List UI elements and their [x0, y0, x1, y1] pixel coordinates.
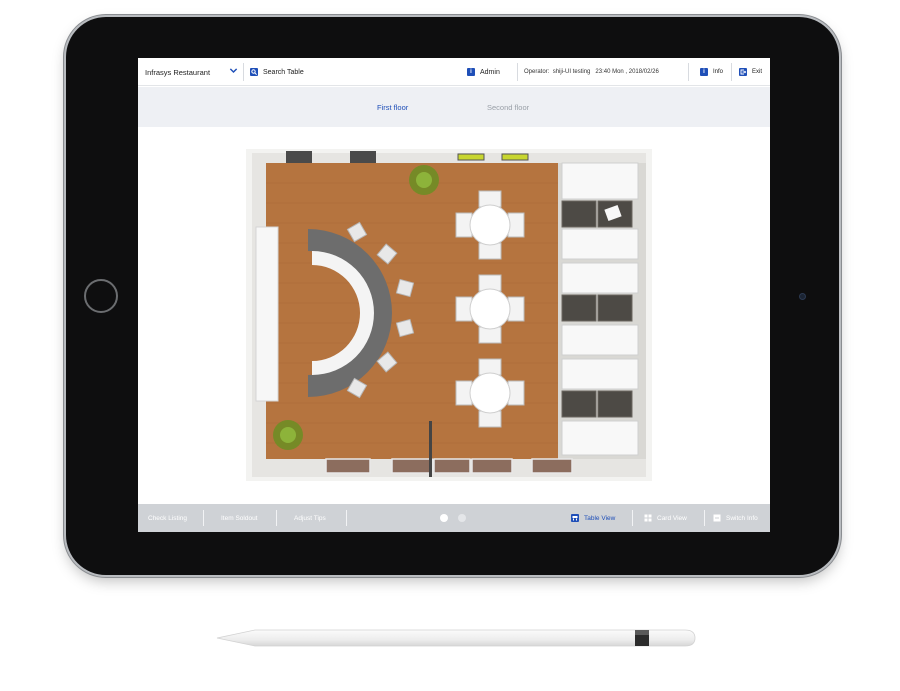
exit-button[interactable]: Exit — [739, 58, 762, 86]
tab-first-floor[interactable]: First floor — [377, 87, 408, 127]
top-window-2 — [350, 151, 376, 163]
table-view-button[interactable]: Table View — [571, 504, 615, 532]
stylus-pencil — [216, 629, 696, 647]
info-button[interactable]: i Info — [700, 58, 723, 86]
divider — [346, 510, 347, 526]
tab-second-floor[interactable]: Second floor — [487, 87, 529, 127]
bottom-bar: Check Listing Item Soldout Adjust Tips T… — [138, 504, 770, 532]
booth-2 — [561, 262, 639, 356]
table-view-icon — [571, 514, 579, 522]
item-soldout-button[interactable]: Item Soldout — [221, 504, 258, 532]
floor-plan — [246, 149, 652, 481]
search-icon — [250, 68, 258, 76]
entrance-mats — [325, 458, 573, 474]
divider — [517, 63, 518, 81]
card-view-button[interactable]: Card View — [644, 504, 687, 532]
exit-icon — [739, 68, 747, 76]
switch-info-icon — [713, 514, 721, 522]
search-table-label: Search Table — [263, 68, 304, 76]
app-screen: Infrasys Restaurant Search Table i Admin… — [138, 58, 770, 532]
datetime: 23:40 Mon , 2018/02/26 — [595, 69, 659, 75]
operator-info: Operator: shiji-UI testing 23:40 Mon , 2… — [524, 58, 659, 86]
divider — [276, 510, 277, 526]
info-icon: i — [700, 68, 708, 76]
table-view-label: Table View — [584, 514, 616, 522]
switch-info-button[interactable]: Switch Info — [713, 504, 758, 532]
top-window-1 — [286, 151, 312, 163]
search-table-button[interactable]: Search Table — [250, 58, 304, 86]
switch-info-label: Switch Info — [726, 514, 758, 522]
page-dot-1[interactable] — [440, 514, 448, 522]
card-view-label: Card View — [657, 514, 687, 522]
stage: Infrasys Restaurant Search Table i Admin… — [0, 0, 900, 691]
booth-3 — [561, 358, 639, 456]
chevron-down-icon[interactable] — [229, 66, 238, 75]
adjust-tips-button[interactable]: Adjust Tips — [294, 504, 326, 532]
divider — [243, 63, 244, 81]
admin-button[interactable]: i Admin — [467, 58, 500, 86]
divider — [688, 63, 689, 81]
top-light-1 — [457, 153, 485, 161]
restaurant-selector[interactable]: Infrasys Restaurant — [145, 58, 210, 86]
top-bar: Infrasys Restaurant Search Table i Admin… — [138, 58, 770, 86]
booth-1 — [561, 162, 639, 260]
info-label: Info — [713, 69, 724, 75]
operator-label: Operator: — [524, 69, 550, 75]
floor-tabs: First floor Second floor — [138, 87, 770, 127]
page-dot-2[interactable] — [458, 514, 466, 522]
plant-bottom — [273, 420, 303, 450]
admin-label: Admin — [480, 68, 500, 76]
plant-top — [409, 165, 439, 195]
restaurant-name: Infrasys Restaurant — [145, 67, 211, 77]
divider — [704, 510, 705, 526]
divider — [203, 510, 204, 526]
operator-name: shiji-UI testing — [552, 69, 591, 75]
top-light-2 — [501, 153, 529, 161]
divider — [632, 510, 633, 526]
door-frame — [429, 421, 432, 477]
front-camera — [799, 293, 806, 300]
wall-counter — [255, 226, 279, 402]
admin-icon: i — [467, 68, 475, 76]
exit-label: Exit — [752, 69, 763, 75]
divider — [731, 63, 732, 81]
home-button[interactable] — [84, 279, 118, 313]
check-listing-button[interactable]: Check Listing — [148, 504, 187, 532]
card-view-icon — [644, 514, 652, 522]
